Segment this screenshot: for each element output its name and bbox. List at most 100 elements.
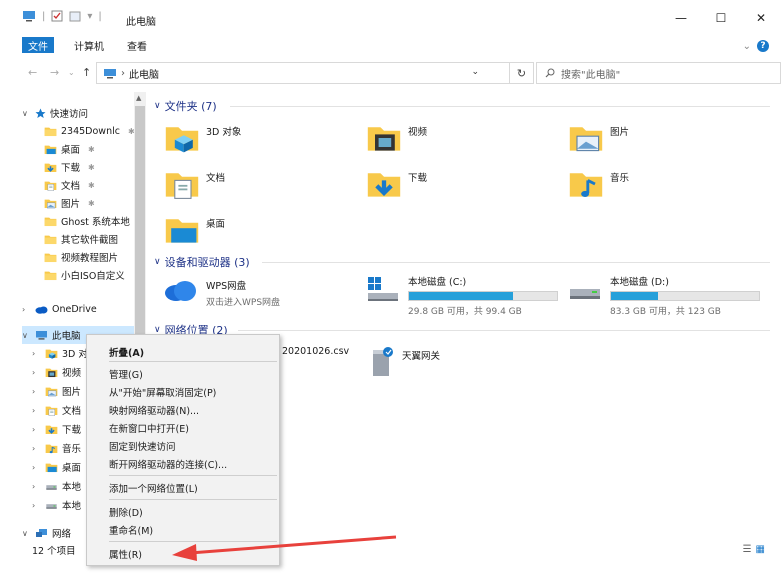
tab-computer[interactable]: 计算机 [74, 37, 104, 53]
context-menu-item-9[interactable]: 重命名(M) [109, 523, 153, 537]
folder-item-0[interactable]: 3D 对象 [164, 120, 241, 156]
sidebar-item-quick-7[interactable]: 视频教程图片 [44, 248, 118, 266]
sidebar-item-network[interactable]: ∨ 网络 [22, 524, 71, 540]
sidebar-item-quick-2[interactable]: 下载 ✱ [44, 158, 95, 176]
folder-item-4[interactable]: 下载 [366, 166, 427, 202]
sidebar-item-pc-8[interactable]: › 本地 [32, 496, 81, 514]
chevron-right-icon[interactable]: › [32, 349, 41, 358]
chevron-down-icon[interactable]: ∨ [22, 331, 31, 340]
folder-item-2[interactable]: 图片 [568, 120, 629, 156]
drive-item-0[interactable]: 本地磁盘 (C:) 29.8 GB 可用，共 99.4 GB [366, 274, 558, 317]
customize-toolbar-icon[interactable]: ▾ [87, 11, 92, 22]
chevron-down-icon[interactable]: ∨ [22, 109, 31, 118]
sidebar-item-pc-2[interactable]: › 图片 [32, 382, 81, 400]
refresh-button[interactable]: ↻ [510, 62, 534, 84]
chevron-right-icon[interactable]: › [32, 501, 41, 510]
context-menu-item-8[interactable]: 删除(D) [109, 505, 143, 519]
chevron-down-icon[interactable]: ∨ [154, 101, 161, 111]
pin-icon[interactable]: ✱ [88, 145, 95, 154]
sidebar-item-pc-6[interactable]: › 桌面 [32, 458, 81, 476]
chevron-right-icon[interactable]: › [22, 305, 31, 314]
context-menu-item-6[interactable]: 断开网络驱动器的连接(C)... [109, 457, 227, 471]
sidebar-item-pc-5[interactable]: › 音乐 [32, 439, 81, 457]
chevron-down-icon[interactable]: ∨ [154, 257, 161, 267]
sidebar-item-quick-0[interactable]: 2345Downlc ✱ [44, 122, 135, 140]
folder-icon [44, 217, 57, 226]
chevron-right-icon[interactable]: › [32, 482, 41, 491]
sidebar-item-label: 视频教程图片 [61, 253, 119, 264]
context-menu-item-3[interactable]: 映射网络驱动器(N)... [109, 403, 199, 417]
tab-view[interactable]: 查看 [127, 37, 147, 53]
context-menu-item-7[interactable]: 添加一个网络位置(L) [109, 481, 198, 495]
context-menu-item-0[interactable]: 折叠(A) [109, 345, 144, 359]
address-dropdown-icon[interactable]: ⌄ [471, 67, 479, 77]
3d-objects-icon [45, 349, 58, 359]
scroll-up-icon[interactable]: ▲ [136, 94, 141, 102]
recent-locations-icon[interactable]: ⌄ [68, 68, 75, 77]
sidebar-item-pc-7[interactable]: › 本地 [32, 477, 81, 495]
chevron-right-icon[interactable]: › [32, 368, 41, 377]
tab-file[interactable]: 文件 [22, 37, 54, 53]
search-box[interactable]: 搜索"此电脑" [536, 62, 781, 84]
forward-icon[interactable]: → [50, 66, 59, 79]
computer-icon[interactable] [22, 10, 36, 22]
breadcrumb-separator[interactable]: › [121, 68, 125, 79]
chevron-right-icon[interactable]: › [32, 425, 41, 434]
pin-icon[interactable]: ✱ [88, 199, 95, 208]
minimize-button[interactable]: — [661, 6, 701, 30]
folder-item-6[interactable]: 桌面 [164, 212, 225, 248]
details-view-icon[interactable]: ☰ [743, 544, 752, 555]
sidebar-item-label: 本地 [62, 482, 82, 493]
folder-item-1[interactable]: 视频 [366, 120, 427, 156]
network-item-gateway[interactable]: 天翼网关 [370, 344, 440, 378]
group-header-devices[interactable]: ∨ 设备和驱动器 (3) [154, 254, 250, 270]
back-icon[interactable]: ← [28, 66, 37, 79]
sidebar-item-onedrive[interactable]: › OneDrive [22, 300, 97, 318]
sidebar-item-quick-1[interactable]: 桌面 ✱ [44, 140, 95, 158]
chevron-down-icon[interactable]: ∨ [22, 529, 31, 538]
drive-item-1[interactable]: 本地磁盘 (D:) 83.3 GB 可用，共 123 GB [568, 274, 760, 317]
chevron-right-icon[interactable]: › [32, 387, 41, 396]
sidebar-item-label: 2345Downlc [61, 125, 120, 137]
folder-item-5[interactable]: 音乐 [568, 166, 629, 202]
chevron-right-icon[interactable]: › [32, 406, 41, 415]
help-icon[interactable]: ? [757, 40, 769, 52]
context-menu-item-1[interactable]: 管理(G) [109, 367, 143, 381]
sidebar-item-pc-1[interactable]: › 视频 [32, 363, 81, 381]
sidebar-item-quick-4[interactable]: 图片 ✱ [44, 194, 95, 212]
desktop-icon [44, 145, 57, 154]
breadcrumb-this-pc[interactable]: 此电脑 [129, 66, 159, 81]
large-icons-view-icon[interactable]: ▦ [756, 544, 765, 555]
sidebar-item-quick-access[interactable]: ∨ 快速访问 [22, 104, 88, 122]
network-item-csv[interactable]: 20201026.csv [282, 344, 349, 357]
pin-icon[interactable]: ✱ [88, 181, 95, 190]
sidebar-item-label: 3D 对 [62, 349, 88, 360]
folder-item-3[interactable]: 文档 [164, 166, 225, 202]
context-menu-item-10[interactable]: 属性(R) [109, 547, 142, 561]
pin-icon[interactable]: ✱ [88, 163, 95, 172]
context-menu-item-4[interactable]: 在新窗口中打开(E) [109, 421, 189, 435]
address-bar[interactable]: › 此电脑 ⌄ [96, 62, 510, 84]
wps-cloud-drive[interactable]: WPS网盘 双击进入WPS网盘 [164, 278, 280, 308]
context-menu-item-5[interactable]: 固定到快速访问 [109, 439, 176, 453]
chevron-right-icon[interactable]: › [32, 463, 41, 472]
sidebar-item-quick-6[interactable]: 其它软件截图 [44, 230, 118, 248]
sidebar-item-label: 下载 [62, 425, 82, 436]
up-icon[interactable]: ↑ [82, 66, 91, 79]
chevron-right-icon[interactable]: › [32, 444, 41, 453]
scrollbar-thumb[interactable] [135, 106, 145, 336]
properties-icon[interactable] [51, 10, 63, 22]
sidebar-item-pc-0[interactable]: › 3D 对 [32, 344, 88, 362]
new-folder-icon[interactable] [69, 10, 81, 22]
expand-ribbon-icon[interactable]: ⌄ [743, 41, 751, 52]
sidebar-item-pc-4[interactable]: › 下载 [32, 420, 81, 438]
sidebar-item-quick-3[interactable]: 文档 ✱ [44, 176, 95, 194]
sidebar-item-pc-3[interactable]: › 文档 [32, 401, 81, 419]
context-menu-item-2[interactable]: 从"开始"屏幕取消固定(P) [109, 385, 216, 399]
group-header-folders[interactable]: ∨ 文件夹 (7) [154, 98, 217, 114]
maximize-button[interactable]: ☐ [701, 6, 741, 30]
picture-icon [44, 199, 57, 208]
sidebar-item-quick-5[interactable]: Ghost 系统本地 [44, 212, 130, 230]
sidebar-item-quick-8[interactable]: 小白ISO自定义 [44, 266, 125, 284]
close-button[interactable]: ✕ [741, 6, 781, 30]
